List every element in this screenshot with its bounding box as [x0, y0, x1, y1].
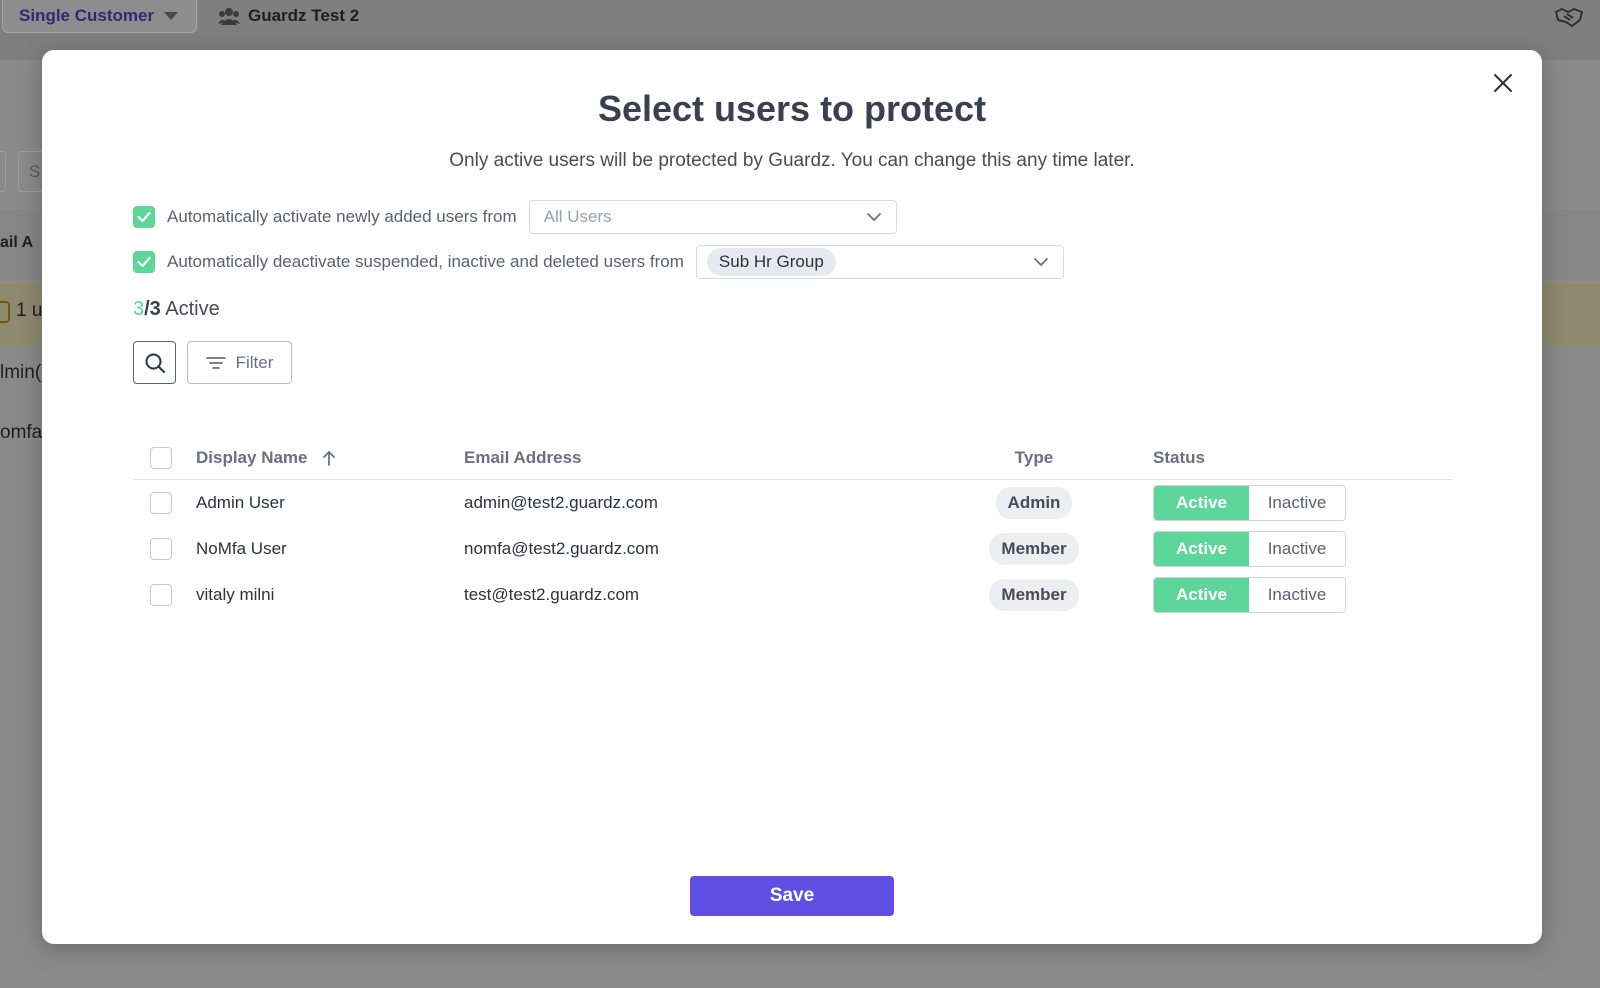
- background-box-fragment: [0, 151, 6, 192]
- auto-deactivate-checkbox[interactable]: [133, 251, 155, 273]
- auto-deactivate-source-select[interactable]: Sub Hr Group: [695, 245, 1064, 279]
- user-email: admin@test2.guardz.com: [464, 493, 658, 512]
- customer-selector-label: Single Customer: [19, 6, 155, 25]
- header-status: Status: [1153, 447, 1205, 467]
- search-button[interactable]: [133, 341, 176, 384]
- status-active-button[interactable]: Active: [1154, 578, 1249, 612]
- auto-deactivate-row: Automatically deactivate suspended, inac…: [133, 245, 1064, 279]
- user-type-badge: Member: [989, 579, 1079, 611]
- users-table: Display Name Email Address Type Status A…: [133, 436, 1453, 618]
- table-row: vitaly milni test@test2.guardz.com Membe…: [133, 572, 1453, 618]
- auto-activate-label: Automatically activate newly added users…: [167, 207, 517, 226]
- status-inactive-button[interactable]: Inactive: [1249, 486, 1345, 520]
- warning-hex-icon: [0, 301, 10, 323]
- user-email: test@test2.guardz.com: [464, 585, 640, 604]
- background-row-fragment-1: lmin(: [0, 362, 42, 383]
- status-toggle: Active Inactive: [1153, 485, 1346, 521]
- auto-activate-checkbox[interactable]: [133, 206, 155, 228]
- table-header: Display Name Email Address Type Status: [133, 436, 1453, 480]
- background-alert-fragment: 1 u: [16, 300, 43, 321]
- table-row: NoMfa User nomfa@test2.guardz.com Member…: [133, 526, 1453, 572]
- save-button[interactable]: Save: [690, 876, 894, 916]
- customer-selector[interactable]: Single Customer: [2, 0, 197, 33]
- header-display-name: Display Name: [196, 447, 308, 467]
- active-count: 3/3 Active: [133, 298, 220, 321]
- status-inactive-button[interactable]: Inactive: [1249, 532, 1345, 566]
- row-checkbox[interactable]: [150, 538, 172, 560]
- org-name: Guardz Test 2: [248, 6, 360, 25]
- table-row: Admin User admin@test2.guardz.com Admin …: [133, 480, 1453, 526]
- handshake-icon[interactable]: [1554, 6, 1584, 33]
- auto-activate-source-select[interactable]: All Users: [528, 200, 897, 234]
- check-icon: [137, 211, 151, 223]
- user-type-badge: Member: [989, 533, 1079, 565]
- row-checkbox[interactable]: [150, 492, 172, 514]
- modal-subtitle: Only active users will be protected by G…: [449, 150, 1135, 171]
- user-email: nomfa@test2.guardz.com: [464, 539, 659, 558]
- user-type-badge: Admin: [995, 487, 1073, 519]
- user-display-name: Admin User: [196, 493, 285, 512]
- status-toggle: Active Inactive: [1153, 531, 1346, 567]
- group-chip: Sub Hr Group: [706, 248, 836, 276]
- header-email: Email Address: [464, 447, 582, 467]
- user-display-name: vitaly milni: [196, 585, 275, 604]
- auto-activate-row: Automatically activate newly added users…: [133, 200, 897, 234]
- background-search-fragment: S: [18, 151, 42, 192]
- check-icon: [137, 256, 151, 268]
- status-inactive-button[interactable]: Inactive: [1249, 578, 1345, 612]
- status-toggle: Active Inactive: [1153, 577, 1346, 613]
- filter-button[interactable]: Filter: [187, 341, 292, 384]
- status-active-button[interactable]: Active: [1154, 486, 1249, 520]
- active-count-number: 3: [133, 298, 145, 320]
- active-count-suffix: Active: [160, 298, 220, 320]
- background-column-fragment: ail A: [0, 234, 34, 251]
- sort-ascending-icon: [322, 450, 335, 466]
- select-all-checkbox[interactable]: [150, 446, 172, 469]
- auto-activate-source-value: All Users: [543, 207, 612, 226]
- modal-title: Select users to protect: [597, 88, 987, 129]
- search-icon: [145, 353, 165, 373]
- user-display-name: NoMfa User: [196, 539, 287, 558]
- filter-icon: [205, 356, 226, 369]
- header-type: Type: [1014, 447, 1054, 467]
- chevron-down-icon: [1034, 258, 1048, 267]
- org-indicator: Guardz Test 2: [218, 4, 359, 28]
- auto-deactivate-label: Automatically deactivate suspended, inac…: [167, 252, 684, 271]
- chevron-down-icon: [866, 213, 881, 222]
- users-group-icon: [218, 8, 240, 25]
- total-count: /3: [144, 298, 161, 320]
- sort-display-name[interactable]: Display Name: [196, 448, 464, 468]
- caret-down-icon: [164, 12, 179, 20]
- status-active-button[interactable]: Active: [1154, 532, 1249, 566]
- filter-label: Filter: [235, 352, 274, 372]
- select-users-modal: Select users to protect Only active user…: [42, 50, 1542, 944]
- row-checkbox[interactable]: [150, 584, 172, 606]
